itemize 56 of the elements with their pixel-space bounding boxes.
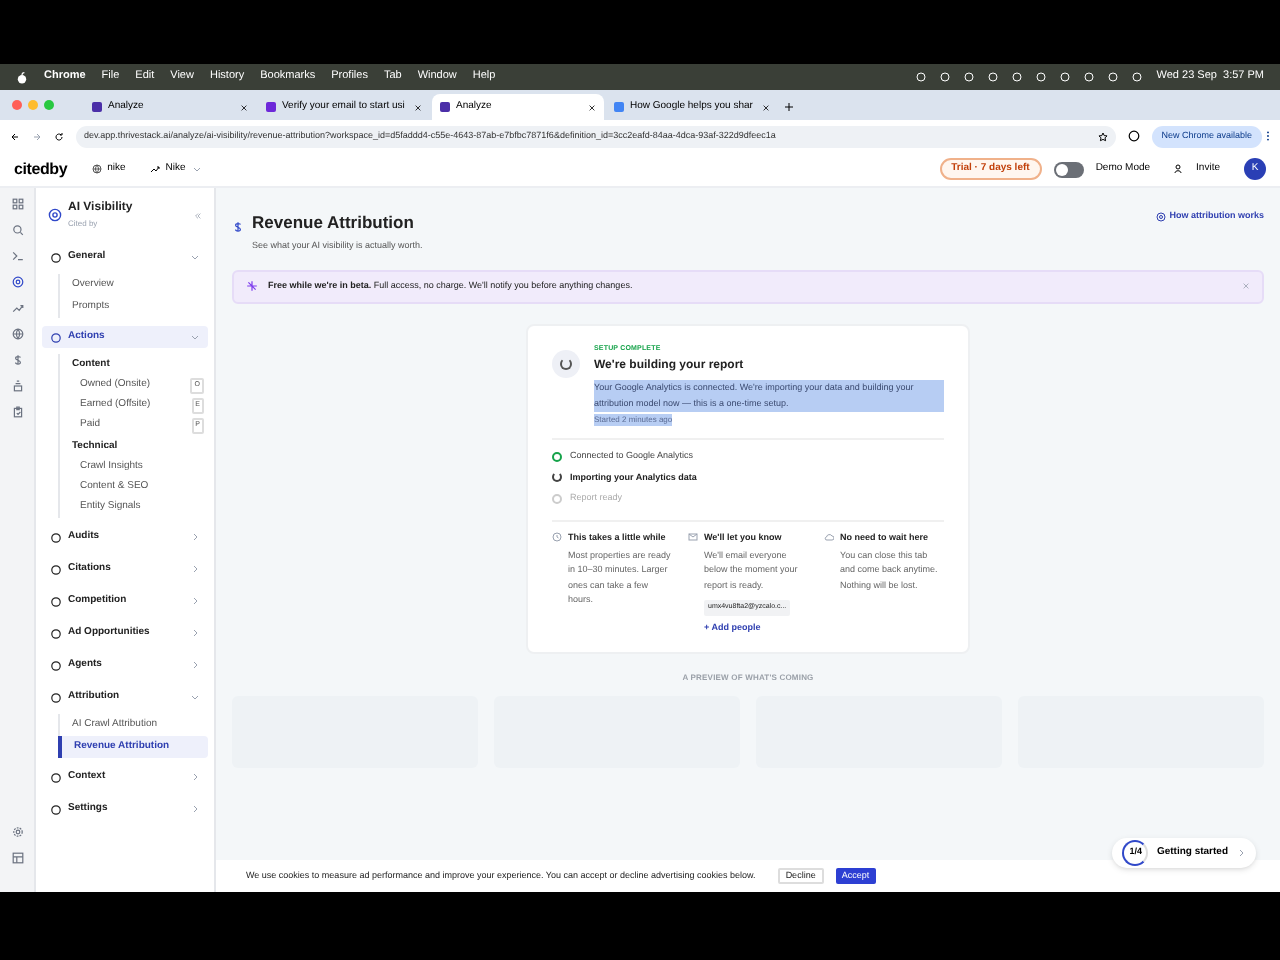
spinner-icon [552, 349, 580, 377]
gear-icon[interactable] [11, 826, 23, 838]
brand-icon[interactable] [149, 164, 160, 174]
forward-icon[interactable] [32, 131, 42, 141]
status-icon[interactable] [1012, 72, 1023, 82]
cloud-icon [824, 532, 834, 542]
close-icon[interactable] [762, 103, 770, 111]
status-icon[interactable] [964, 72, 975, 82]
close-icon[interactable] [588, 103, 596, 111]
nav-icon [50, 803, 62, 815]
sparkle-icon [246, 280, 258, 292]
profile-icon[interactable] [1127, 130, 1140, 142]
search-icon[interactable] [11, 224, 23, 236]
product-icon[interactable] [48, 208, 62, 222]
globe-icon[interactable] [11, 328, 23, 340]
target-icon[interactable] [11, 276, 23, 288]
clipboard-icon[interactable] [11, 406, 23, 418]
apple-icon[interactable] [16, 71, 28, 83]
new-tab-icon[interactable] [784, 102, 794, 112]
dollar-icon[interactable] [11, 354, 23, 366]
close-icon[interactable] [414, 103, 422, 111]
workspace-icon[interactable] [91, 164, 102, 174]
page-title: Revenue Attribution [252, 210, 416, 236]
dollar-icon[interactable] [232, 220, 244, 234]
nav-icon [50, 627, 62, 639]
nav-icon [50, 595, 62, 607]
back-icon[interactable] [10, 131, 20, 141]
layout-icon[interactable] [11, 852, 23, 864]
user-plus-icon [1174, 164, 1185, 174]
nav-icon [50, 691, 62, 703]
demo-toggle[interactable] [1053, 161, 1084, 177]
logo[interactable]: citedby [14, 157, 68, 181]
status-icon[interactable] [1108, 72, 1119, 82]
status-icon[interactable] [988, 72, 999, 82]
star-icon[interactable] [1097, 131, 1108, 141]
nav-icon [50, 659, 62, 671]
stack-icon[interactable] [11, 380, 23, 392]
status-icon[interactable] [940, 72, 951, 82]
trend-icon[interactable] [11, 302, 23, 314]
mail-icon [688, 532, 698, 542]
close-icon[interactable] [240, 103, 248, 111]
nav-icon [50, 771, 62, 783]
nav-icon [50, 563, 62, 575]
nav-icon [50, 251, 62, 263]
status-icon[interactable] [1132, 72, 1143, 82]
terminal-icon[interactable] [11, 250, 23, 262]
status-icon[interactable] [916, 72, 927, 82]
status-icon[interactable] [1060, 72, 1071, 82]
nav-icon [50, 531, 62, 543]
help-icon[interactable] [1155, 211, 1166, 222]
reload-icon[interactable] [54, 131, 64, 141]
nav-icon [50, 331, 62, 343]
status-icon[interactable] [1036, 72, 1047, 82]
grid-icon[interactable] [11, 198, 23, 210]
clock-icon [552, 532, 562, 542]
status-icon[interactable] [1084, 72, 1095, 82]
